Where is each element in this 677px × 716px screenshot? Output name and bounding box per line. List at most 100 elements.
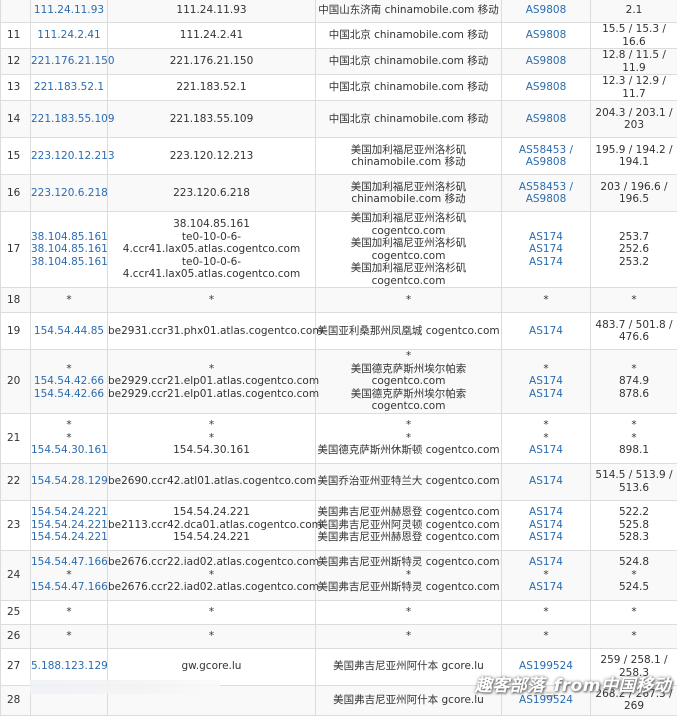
ip-link[interactable]: 5.188.123.129 xyxy=(31,660,107,673)
location: * xyxy=(316,432,501,445)
ip-link[interactable]: 38.104.85.161 xyxy=(31,243,107,256)
hostname: * xyxy=(108,606,315,619)
ip-link[interactable]: 223.120.6.218 xyxy=(31,187,107,200)
table-row: 111.24.11.93111.24.11.93中国山东济南 chinamobi… xyxy=(1,0,677,23)
asn-link[interactable]: AS174 xyxy=(502,256,590,269)
ip-link[interactable]: 154.54.44.85 xyxy=(31,325,107,338)
ip-link[interactable]: 154.54.24.221 xyxy=(31,506,107,519)
asn-link[interactable]: AS9808 xyxy=(502,193,590,206)
latency: * xyxy=(591,363,677,376)
asn-link[interactable]: AS174 xyxy=(502,388,590,401)
loc-cell: 中国北京 chinamobile.com 移动 xyxy=(316,49,502,75)
asn-link[interactable]: AS174 xyxy=(502,519,590,532)
ip-link[interactable]: 221.183.52.1 xyxy=(31,81,107,94)
latency: 2.1 xyxy=(591,4,677,17)
ip-cell: 154.54.28.129 xyxy=(31,463,108,500)
hop-number xyxy=(1,0,31,23)
lat-cell: **898.1 xyxy=(591,413,677,463)
ip-link[interactable]: 154.54.24.221 xyxy=(31,531,107,544)
hostname: 111.24.11.93 xyxy=(108,4,315,17)
hostname: * xyxy=(108,419,315,432)
asn-cell: AS9808 xyxy=(502,75,591,101)
asn-link[interactable]: AS9808 xyxy=(502,29,590,42)
asn-cell: * xyxy=(502,288,591,313)
hop-number: 13 xyxy=(1,75,31,101)
latency: 203 / 196.6 / xyxy=(591,181,677,194)
watermark: 趣客部落_from中国移动 xyxy=(475,671,671,696)
hostname: 154.54.30.161 xyxy=(108,444,315,457)
hostname: be2690.ccr42.atl01.atlas.cogentco.com xyxy=(108,475,315,488)
ip-link[interactable]: 154.54.28.129 xyxy=(31,475,107,488)
asn-link[interactable]: AS9808 xyxy=(502,113,590,126)
asn-link[interactable]: AS9808 xyxy=(502,156,590,169)
asn-link[interactable]: AS58453 / xyxy=(502,144,590,157)
hostname: * xyxy=(108,363,315,376)
lat-cell: 2.1 xyxy=(591,0,677,23)
location: * xyxy=(316,606,501,619)
asn-link[interactable]: AS174 xyxy=(502,581,590,594)
ip-link[interactable]: 154.54.42.66 xyxy=(31,388,107,401)
loc-cell: 中国北京 chinamobile.com 移动 xyxy=(316,101,502,138)
latency: * xyxy=(591,432,677,445)
hop-number: 20 xyxy=(1,350,31,414)
table-row: 13221.183.52.1221.183.52.1中国北京 chinamobi… xyxy=(1,75,677,101)
table-row: 18***** xyxy=(1,288,677,313)
table-row: 24154.54.47.166*154.54.47.166be2676.ccr2… xyxy=(1,550,677,600)
loc-cell: 美国乔治亚州亚特兰大 cogentco.com xyxy=(316,463,502,500)
asn-link[interactable]: AS9808 xyxy=(502,55,590,68)
asn-cell: AS174AS174AS174 xyxy=(502,500,591,550)
ip-link[interactable]: 154.54.42.66 xyxy=(31,375,107,388)
asn-link[interactable]: AS174 xyxy=(502,506,590,519)
ip-link[interactable]: 154.54.47.166 xyxy=(31,581,107,594)
hostname: be2113.ccr42.dca01.atlas.cogentco.com xyxy=(108,519,315,532)
asn-link[interactable]: AS174 xyxy=(502,475,590,488)
ip-cell: 111.24.2.41 xyxy=(31,23,108,49)
hostname: 4.ccr41.lax05.atlas.cogentco.com xyxy=(108,268,315,281)
asn-link[interactable]: AS58453 / xyxy=(502,181,590,194)
loc-cell: * xyxy=(316,288,502,313)
lat-cell: 203 / 196.6 /196.5 xyxy=(591,175,677,212)
host-cell: 38.104.85.161te0-10-0-6-4.ccr41.lax05.at… xyxy=(108,212,316,288)
asn-link[interactable]: AS174 xyxy=(502,444,590,457)
asn-link[interactable]: AS174 xyxy=(502,375,590,388)
lat-cell: * xyxy=(591,624,677,648)
ip-link[interactable]: 111.24.11.93 xyxy=(31,4,107,17)
asn-link[interactable]: AS174 xyxy=(502,231,590,244)
ip-link[interactable]: 38.104.85.161 xyxy=(31,231,107,244)
latency: 528.3 xyxy=(591,531,677,544)
ip-link[interactable]: 221.183.55.109 xyxy=(31,113,107,126)
asn-link[interactable]: AS9808 xyxy=(502,4,590,17)
location: * xyxy=(316,630,501,643)
ip-link[interactable]: 154.54.24.221 xyxy=(31,519,107,532)
asn-link[interactable]: AS174 xyxy=(502,243,590,256)
ip-link[interactable]: 154.54.30.161 xyxy=(31,444,107,457)
location: 美国加利福尼亚州洛杉矶 cogentco.com xyxy=(316,212,501,237)
ip-link[interactable]: 38.104.85.161 xyxy=(31,256,107,269)
ip-link[interactable]: 223.120.12.213 xyxy=(31,150,107,163)
host-cell: be2690.ccr42.atl01.atlas.cogentco.com xyxy=(108,463,316,500)
location: 美国弗吉尼亚州阿什本 gcore.lu xyxy=(316,694,501,707)
location: 中国北京 chinamobile.com 移动 xyxy=(316,81,501,94)
host-cell: 221.183.55.109 xyxy=(108,101,316,138)
location: 美国弗吉尼亚州阿灵顿 cogentco.com xyxy=(316,519,501,532)
traceroute-table: 111.24.11.93111.24.11.93中国山东济南 chinamobi… xyxy=(0,0,677,716)
location: * xyxy=(316,419,501,432)
ip-link[interactable]: 154.54.47.166 xyxy=(31,556,107,569)
asn-link[interactable]: AS174 xyxy=(502,531,590,544)
asn-link[interactable]: AS174 xyxy=(502,556,590,569)
asn-link[interactable]: AS174 xyxy=(502,325,590,338)
ip-cell: 223.120.6.218 xyxy=(31,175,108,212)
hostname: 221.183.52.1 xyxy=(108,81,315,94)
asn-link[interactable]: AS9808 xyxy=(502,81,590,94)
ip-link[interactable]: 111.24.2.41 xyxy=(31,29,107,42)
location: 中国北京 chinamobile.com 移动 xyxy=(316,113,501,126)
location: 美国弗吉尼亚州斯特灵 cogentco.com xyxy=(316,556,501,569)
hostname: 4.ccr41.lax05.atlas.cogentco.com xyxy=(108,243,315,256)
host-cell: be2931.ccr31.phx01.atlas.cogentco.com xyxy=(108,313,316,350)
host-cell: 111.24.11.93 xyxy=(108,0,316,23)
ip-cell: * xyxy=(31,624,108,648)
hostname: be2931.ccr31.phx01.atlas.cogentco.com xyxy=(108,325,315,338)
traceroute-body: 111.24.11.93111.24.11.93中国山东济南 chinamobi… xyxy=(1,0,677,715)
lat-cell: 483.7 / 501.8 /476.6 xyxy=(591,313,677,350)
ip-link[interactable]: 221.176.21.150 xyxy=(31,55,107,68)
